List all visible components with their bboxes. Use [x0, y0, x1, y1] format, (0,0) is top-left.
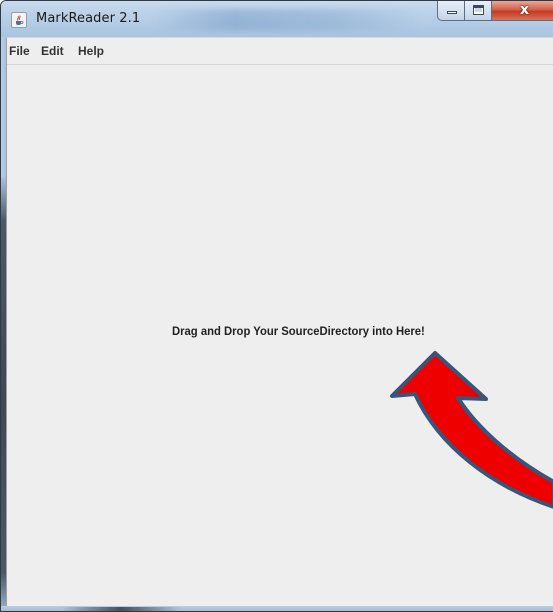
menu-bar: File Edit Help	[7, 38, 553, 65]
title-bar[interactable]: MarkReader 2.1 x	[1, 1, 553, 37]
menu-edit[interactable]: Edit	[41, 44, 64, 58]
drop-target-area[interactable]: Drag and Drop Your SourceDirectory into …	[7, 65, 553, 605]
close-button[interactable]: x	[492, 1, 553, 21]
close-icon: x	[520, 2, 530, 18]
curved-arrow-pointer	[390, 351, 553, 509]
drop-instruction-label: Drag and Drop Your SourceDirectory into …	[172, 324, 425, 338]
menu-help[interactable]: Help	[78, 44, 104, 58]
app-window: MarkReader 2.1 x File Edit Help Drag and…	[0, 0, 553, 612]
frame-shadow-bottom	[61, 607, 181, 611]
menu-file[interactable]: File	[9, 44, 30, 58]
java-cup-icon[interactable]	[11, 12, 27, 28]
minimize-icon	[447, 11, 457, 14]
maximize-button[interactable]	[465, 1, 492, 21]
title-bar-blur	[151, 9, 421, 31]
window-title: MarkReader 2.1	[36, 11, 141, 26]
window-frame-bottom	[1, 606, 553, 611]
maximize-icon	[473, 5, 484, 15]
client-area: File Edit Help Drag and Drop Your Source…	[6, 37, 553, 606]
minimize-button[interactable]	[437, 1, 465, 21]
